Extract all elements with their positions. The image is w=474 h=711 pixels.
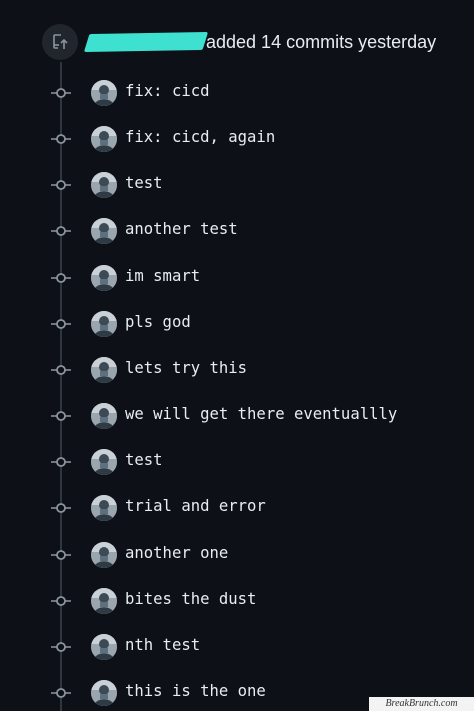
avatar[interactable] (91, 403, 117, 429)
git-commit-icon (51, 180, 71, 190)
avatar[interactable] (91, 311, 117, 337)
commit-message-link[interactable]: trial and error (125, 497, 266, 515)
avatar[interactable] (91, 357, 117, 383)
commit-row[interactable]: trial and error (0, 493, 474, 523)
git-commit-icon (51, 550, 71, 560)
avatar[interactable] (91, 172, 117, 198)
commit-message-link[interactable]: another one (125, 544, 228, 562)
commit-row[interactable]: nth test (0, 632, 474, 662)
commit-message-link[interactable]: im smart (125, 267, 200, 285)
git-commit-icon (51, 642, 71, 652)
commit-row[interactable]: we will get there eventuallly (0, 401, 474, 431)
commit-row[interactable]: another test (0, 216, 474, 246)
avatar[interactable] (91, 218, 117, 244)
git-commit-icon (51, 134, 71, 144)
git-commit-icon (51, 688, 71, 698)
commit-message-link[interactable]: bites the dust (125, 590, 256, 608)
avatar[interactable] (91, 680, 117, 706)
git-commit-icon (51, 411, 71, 421)
commit-row[interactable]: another one (0, 540, 474, 570)
avatar[interactable] (91, 126, 117, 152)
git-commit-icon (51, 365, 71, 375)
commit-row[interactable]: im smart (0, 263, 474, 293)
commit-message-link[interactable]: fix: cicd, again (125, 128, 275, 146)
git-commit-icon (51, 273, 71, 283)
repo-push-icon (42, 24, 78, 60)
commit-message-link[interactable]: this is the one (125, 682, 266, 700)
commit-row[interactable]: bites the dust (0, 586, 474, 616)
commit-row[interactable]: pls god (0, 309, 474, 339)
commit-message-link[interactable]: pls god (125, 313, 191, 331)
git-commit-icon (51, 319, 71, 329)
commit-row[interactable]: fix: cicd (0, 78, 474, 108)
avatar[interactable] (91, 588, 117, 614)
commit-message-link[interactable]: we will get there eventuallly (125, 405, 397, 423)
commit-message-link[interactable]: nth test (125, 636, 200, 654)
git-commit-icon (51, 88, 71, 98)
commit-row[interactable]: lets try this (0, 355, 474, 385)
git-commit-icon (51, 503, 71, 513)
avatar[interactable] (91, 80, 117, 106)
redacted-author-name (83, 31, 209, 53)
git-commit-icon (51, 596, 71, 606)
commit-message-link[interactable]: test (125, 451, 163, 469)
commit-message-link[interactable]: test (125, 174, 163, 192)
commit-row[interactable]: test (0, 447, 474, 477)
avatar[interactable] (91, 265, 117, 291)
push-summary-text: added 14 commits yesterday (206, 31, 437, 52)
avatar[interactable] (91, 449, 117, 475)
commit-message-link[interactable]: lets try this (125, 359, 247, 377)
avatar[interactable] (91, 634, 117, 660)
watermark: BreakBrunch.com (369, 697, 474, 711)
git-commit-icon (51, 226, 71, 236)
git-commit-icon (51, 457, 71, 467)
avatar[interactable] (91, 495, 117, 521)
avatar[interactable] (91, 542, 117, 568)
commit-row[interactable]: test (0, 170, 474, 200)
commit-message-link[interactable]: another test (125, 220, 238, 238)
commit-row[interactable]: fix: cicd, again (0, 124, 474, 154)
push-event-header: added 14 commits yesterday (42, 24, 436, 60)
commit-message-link[interactable]: fix: cicd (125, 82, 210, 100)
